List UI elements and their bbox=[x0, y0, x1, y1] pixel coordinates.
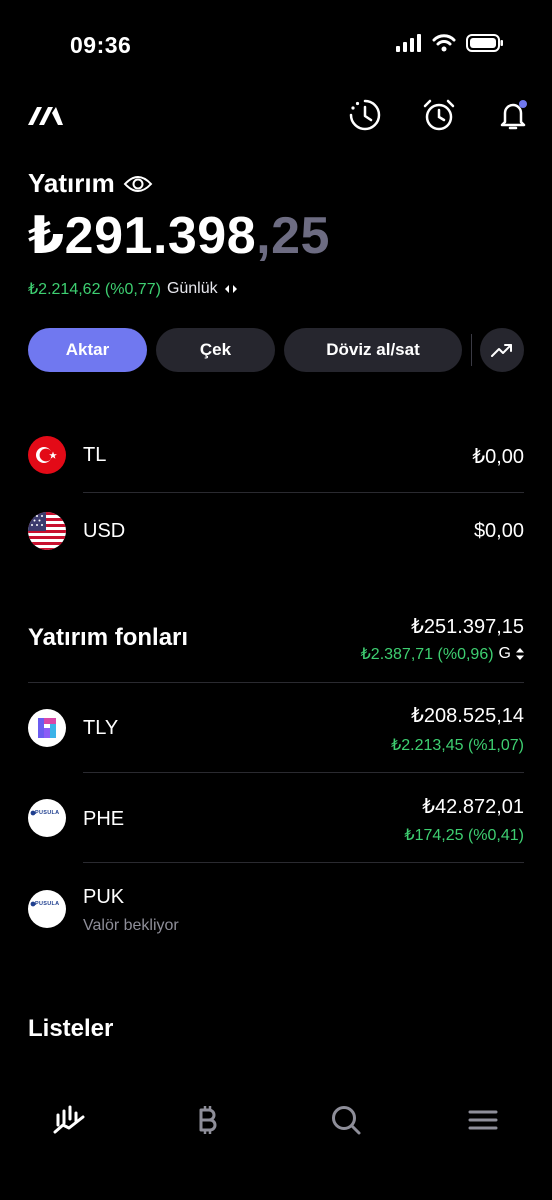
balance-amount-decimal: ,25 bbox=[256, 207, 330, 265]
search-icon[interactable] bbox=[326, 1100, 366, 1140]
status-bar: 09:36 bbox=[0, 0, 552, 90]
pusula-logo-text: PUSULA bbox=[35, 901, 60, 907]
fund-change: ₺174,25 (%0,41) bbox=[404, 827, 524, 844]
currency-code: TL bbox=[83, 444, 107, 466]
balance-label: Yatırım bbox=[28, 168, 115, 198]
divider bbox=[83, 862, 524, 863]
funds-period-selector[interactable]: ₺2.387,71 (%0,96) G bbox=[361, 644, 524, 664]
funds-title: Yatırım fonları bbox=[28, 624, 189, 651]
trend-up-icon bbox=[491, 344, 512, 357]
eye-icon[interactable] bbox=[123, 173, 153, 195]
withdraw-button[interactable]: Çek bbox=[156, 328, 275, 372]
fund-value: ₺42.872,01 bbox=[422, 796, 524, 818]
cellular-signal-icon bbox=[396, 34, 421, 52]
daily-change[interactable]: ₺2.214,62 (%0,77) Günlük bbox=[28, 279, 238, 299]
swap-arrows-icon bbox=[224, 285, 237, 293]
fund-code: PHE bbox=[83, 808, 125, 830]
balance-header: Yatırım bbox=[28, 168, 153, 199]
funds-total: ₺251.397,15 bbox=[411, 616, 524, 638]
fx-button[interactable]: Döviz al/sat bbox=[284, 328, 462, 372]
turkey-flag-icon bbox=[28, 436, 66, 474]
portfolio-chart-icon[interactable] bbox=[49, 1100, 89, 1140]
daily-change-period: Günlük bbox=[166, 280, 218, 297]
currency-row-usd[interactable]: USD $0,00 bbox=[28, 512, 524, 552]
fund-status: Valör bekliyor bbox=[83, 917, 179, 934]
currency-code: USD bbox=[83, 520, 126, 542]
menu-icon[interactable] bbox=[463, 1100, 503, 1140]
history-icon[interactable] bbox=[347, 97, 383, 133]
fund-change: ₺2.213,45 (%1,07) bbox=[391, 737, 524, 754]
fund-row-tly[interactable]: TLY ₺208.525,14 ₺2.213,45 (%1,07) bbox=[28, 703, 524, 754]
currency-value: ₺0,00 bbox=[472, 446, 524, 468]
fund-code: TLY bbox=[83, 717, 119, 739]
notification-bell-icon[interactable] bbox=[495, 97, 531, 133]
fund-code: PUK bbox=[83, 886, 125, 908]
funds-period: G bbox=[498, 645, 511, 662]
divider bbox=[28, 682, 524, 683]
bitcoin-icon[interactable] bbox=[188, 1100, 228, 1140]
fund-value: ₺208.525,14 bbox=[411, 705, 524, 727]
currency-value: $0,00 bbox=[473, 520, 524, 542]
fund-row-phe[interactable]: PUSULA PHE ₺42.872,01 ₺174,25 (%0,41) bbox=[28, 794, 524, 844]
funds-total-change: ₺2.387,71 (%0,96) bbox=[360, 646, 494, 663]
pusula-logo-text: PUSULA bbox=[35, 810, 60, 816]
transfer-button[interactable]: Aktar bbox=[28, 328, 147, 372]
fund-row-puk[interactable]: PUSULA PUK Valör bekliyor bbox=[28, 884, 524, 936]
status-icons bbox=[396, 34, 504, 52]
top-bar bbox=[0, 95, 552, 139]
battery-icon bbox=[466, 34, 503, 52]
alarm-clock-icon[interactable] bbox=[421, 97, 457, 133]
chart-button[interactable] bbox=[480, 328, 524, 372]
status-time: 09:36 bbox=[70, 32, 132, 58]
actions-divider bbox=[471, 334, 472, 366]
tly-fund-logo-icon bbox=[28, 709, 66, 747]
balance-amount: ₺291.398,25 bbox=[28, 206, 330, 266]
divider bbox=[83, 772, 524, 773]
daily-change-value: ₺2.214,62 (%0,77) bbox=[28, 281, 161, 298]
currency-row-tl[interactable]: TL ₺0,00 bbox=[28, 436, 524, 476]
lists-title: Listeler bbox=[28, 1015, 114, 1042]
action-buttons: Aktar Çek Döviz al/sat bbox=[28, 328, 524, 372]
usa-flag-icon bbox=[28, 512, 66, 550]
divider bbox=[83, 492, 524, 493]
wifi-icon bbox=[432, 34, 456, 52]
pusula-logo-icon: PUSULA bbox=[28, 890, 66, 928]
sort-arrows-icon bbox=[516, 648, 524, 660]
balance-amount-main: ₺291.398 bbox=[28, 207, 257, 265]
pusula-logo-icon: PUSULA bbox=[28, 799, 66, 837]
brand-logo-icon[interactable] bbox=[28, 105, 64, 132]
bottom-tab-bar bbox=[0, 1090, 552, 1150]
